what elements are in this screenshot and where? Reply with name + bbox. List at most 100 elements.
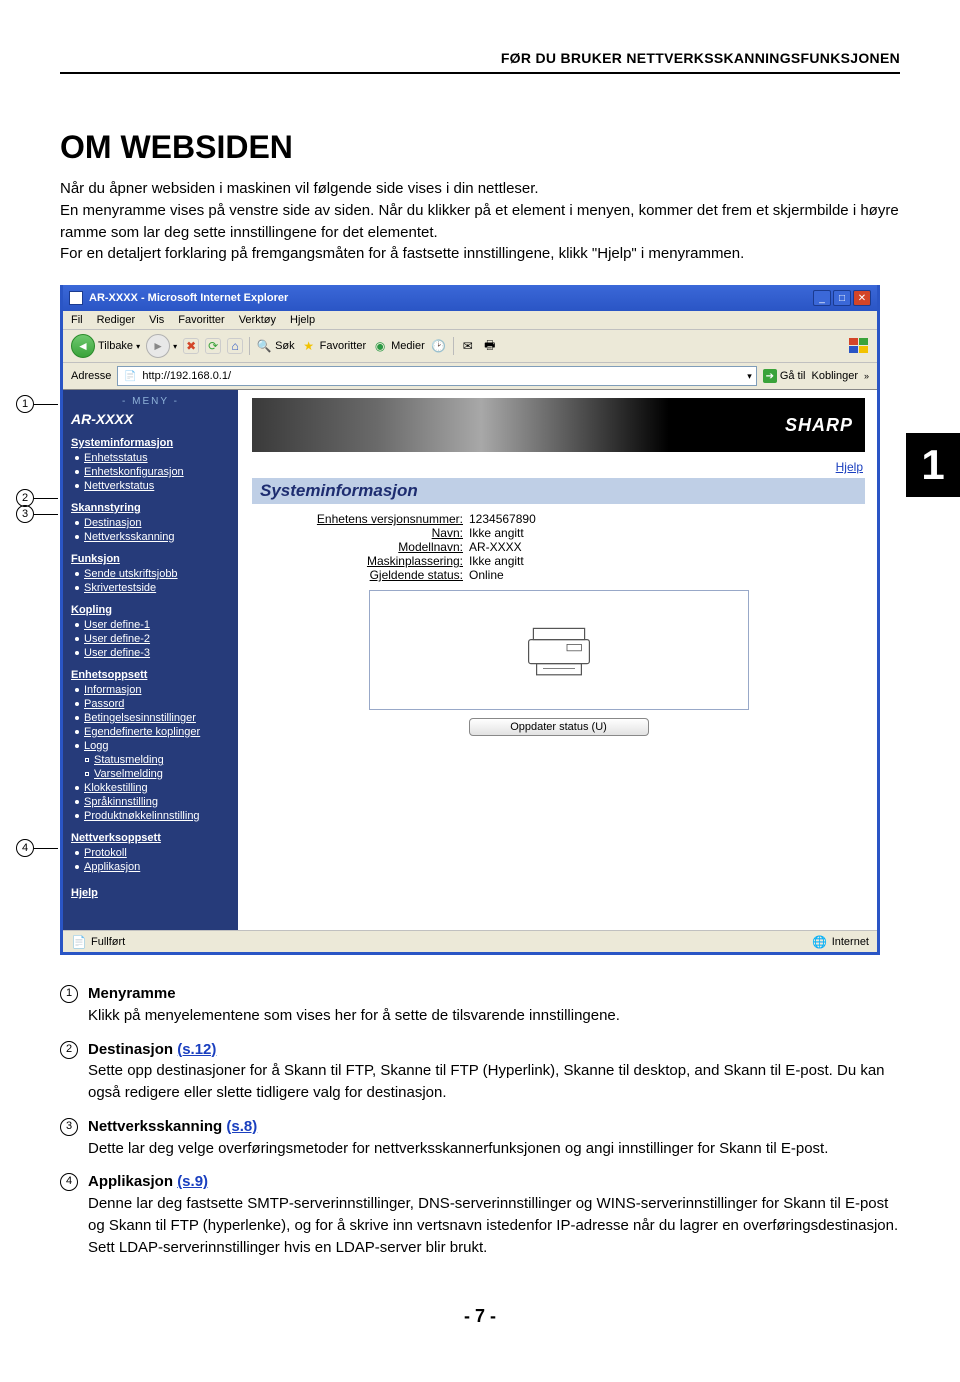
legend-num-4: 4 — [60, 1173, 78, 1191]
legend-title-1: Menyramme — [88, 983, 900, 1005]
sidebar-group-skannstyring[interactable]: Skannstyring — [71, 502, 230, 514]
info-label-version: Enhetens versjonsnummer: — [288, 512, 463, 526]
sidebar-item-klokke[interactable]: Klokkestilling — [84, 782, 148, 794]
info-label-model: Modellnavn: — [288, 540, 463, 554]
info-value-name: Ikke angitt — [469, 526, 524, 540]
windows-flag-icon — [849, 338, 869, 354]
callout-column: 1 2 3 4 — [16, 285, 56, 955]
legend-desc-4: Denne lar deg fastsette SMTP-serverinnst… — [88, 1193, 900, 1258]
address-label: Adresse — [71, 370, 111, 382]
address-bar: Adresse 📄 http://192.168.0.1/ ▾ ➔Gå til … — [63, 363, 877, 390]
info-value-version: 1234567890 — [469, 512, 536, 526]
info-value-status: Online — [469, 568, 504, 582]
update-status-button[interactable]: Oppdater status (U) — [469, 718, 649, 736]
sidebar-group-kopling[interactable]: Kopling — [71, 604, 230, 616]
section-heading: Systeminformasjon — [252, 478, 865, 504]
minimize-button[interactable]: _ — [813, 290, 831, 306]
sidebar-group-funksjon[interactable]: Funksjon — [71, 553, 230, 565]
sidebar-model: AR-XXXX — [71, 411, 230, 427]
sidebar-item-sendejobb[interactable]: Sende utskriftsjobb — [84, 568, 178, 580]
sidebar-item-applikasjon[interactable]: Applikasjon — [84, 861, 140, 873]
info-value-location: Ikke angitt — [469, 554, 524, 568]
links-label[interactable]: Koblinger — [812, 370, 858, 382]
print-icon[interactable]: 🖶 — [482, 338, 498, 354]
history-icon[interactable]: 🕑 — [431, 338, 447, 354]
home-icon[interactable]: ⌂ — [227, 338, 243, 354]
media-button[interactable]: ◉Medier — [372, 338, 425, 354]
sidebar-item-passord[interactable]: Passord — [84, 698, 124, 710]
sidebar-help[interactable]: Hjelp — [71, 887, 98, 899]
legend-title-4: Applikasjon — [88, 1173, 173, 1190]
sidebar-group-enhetsoppsett[interactable]: Enhetsoppsett — [71, 669, 230, 681]
page-title: OM WEBSIDEN — [60, 129, 900, 166]
info-value-model: AR-XXXX — [469, 540, 522, 554]
sidebar-item-betingelse[interactable]: Betingelsesinnstillinger — [84, 712, 196, 724]
done-icon: 📄 — [71, 934, 87, 950]
sidebar-item-ud1[interactable]: User define-1 — [84, 619, 150, 631]
legend-link-2[interactable]: (s.12) — [177, 1041, 216, 1058]
sidebar-item-logg[interactable]: Logg — [84, 740, 108, 752]
internet-zone-icon: 🌐 — [812, 934, 828, 950]
sidebar-item-informasjon[interactable]: Informasjon — [84, 684, 141, 696]
sidebar-item-produktnokkel[interactable]: Produktnøkkelinnstilling — [84, 810, 200, 822]
menu-view[interactable]: Vis — [149, 314, 164, 326]
menu-file[interactable]: Fil — [71, 314, 83, 326]
favorites-button[interactable]: ★Favoritter — [301, 338, 366, 354]
legend-link-4[interactable]: (s.9) — [177, 1173, 208, 1190]
status-right: Internet — [832, 936, 869, 948]
browser-toolbar: ◄Tilbake▾ ►▾ ✖ ⟳ ⌂ 🔍Søk ★Favoritter ◉Med… — [63, 330, 877, 363]
sidebar-item-protokoll[interactable]: Protokoll — [84, 847, 127, 859]
browser-menubar: Fil Rediger Vis Favoritter Verktøy Hjelp — [63, 311, 877, 330]
info-table: Enhetens versjonsnummer:1234567890 Navn:… — [288, 512, 865, 582]
sidebar-group-nettverksoppsett[interactable]: Nettverksoppsett — [71, 832, 230, 844]
page-number: - 7 - — [60, 1306, 900, 1327]
menu-help[interactable]: Hjelp — [290, 314, 315, 326]
forward-button[interactable]: ►▾ — [146, 334, 177, 358]
sidebar-group-systeminfo[interactable]: Systeminformasjon — [71, 437, 230, 449]
window-titlebar: AR-XXXX - Microsoft Internet Explorer _ … — [63, 285, 877, 311]
mail-icon[interactable]: ✉ — [460, 338, 476, 354]
sidebar-item-testside[interactable]: Skrivertestside — [84, 582, 156, 594]
refresh-icon[interactable]: ⟳ — [205, 338, 221, 354]
legend-desc-3: Dette lar deg velge overføringsmetoder f… — [88, 1138, 900, 1160]
sharp-logo: SHARP — [785, 415, 853, 436]
intro-paragraph: Når du åpner websiden i maskinen vil føl… — [60, 178, 900, 265]
sidebar-item-enhetsstatus[interactable]: Enhetsstatus — [84, 452, 148, 464]
legend-link-3[interactable]: (s.8) — [226, 1118, 257, 1135]
sidebar-item-nettverkstatus[interactable]: Nettverkstatus — [84, 480, 154, 492]
address-value: http://192.168.0.1/ — [142, 370, 743, 382]
sidebar-item-egendef[interactable]: Egendefinerte koplinger — [84, 726, 200, 738]
ie-icon — [69, 291, 83, 305]
search-button[interactable]: 🔍Søk — [256, 338, 295, 354]
info-label-status: Gjeldende status: — [288, 568, 463, 582]
sidebar-item-ud2[interactable]: User define-2 — [84, 633, 150, 645]
back-button[interactable]: ◄Tilbake▾ — [71, 334, 140, 358]
callout-1: 1 — [16, 395, 34, 413]
content-help-link[interactable]: Hjelp — [836, 460, 863, 474]
maximize-button[interactable]: □ — [833, 290, 851, 306]
menu-tools[interactable]: Verktøy — [239, 314, 276, 326]
legend-desc-2: Sette opp destinasjoner for å Skann til … — [88, 1060, 900, 1104]
sidebar-head: - MENY - — [71, 396, 230, 407]
sidebar-item-sprak[interactable]: Språkinnstilling — [84, 796, 158, 808]
chevron-down-icon[interactable]: ▾ — [747, 371, 752, 382]
chapter-tab: 1 — [906, 433, 960, 497]
sidebar-item-ud3[interactable]: User define-3 — [84, 647, 150, 659]
stop-icon[interactable]: ✖ — [183, 338, 199, 354]
sidebar-item-statusmelding[interactable]: Statusmelding — [94, 754, 164, 766]
sidebar-item-enhetskonfig[interactable]: Enhetskonfigurasjon — [84, 466, 184, 478]
legend-desc-1: Klikk på menyelementene som vises her fo… — [88, 1005, 900, 1027]
sidebar-item-varselmelding[interactable]: Varselmelding — [94, 768, 163, 780]
content-pane: SHARP Hjelp Systeminformasjon Enhetens v… — [238, 390, 877, 930]
sidebar-item-destinasjon[interactable]: Destinasjon — [84, 517, 141, 529]
sidebar-item-nettverksskanning[interactable]: Nettverksskanning — [84, 531, 175, 543]
legend-num-3: 3 — [60, 1118, 78, 1136]
legend-num-2: 2 — [60, 1041, 78, 1059]
go-button[interactable]: ➔Gå til — [763, 369, 806, 383]
close-button[interactable]: ✕ — [853, 290, 871, 306]
status-left: Fullført — [91, 936, 125, 948]
menu-edit[interactable]: Rediger — [97, 314, 136, 326]
callout-4: 4 — [16, 839, 34, 857]
menu-favorites[interactable]: Favoritter — [178, 314, 224, 326]
address-input[interactable]: 📄 http://192.168.0.1/ ▾ — [117, 366, 756, 386]
